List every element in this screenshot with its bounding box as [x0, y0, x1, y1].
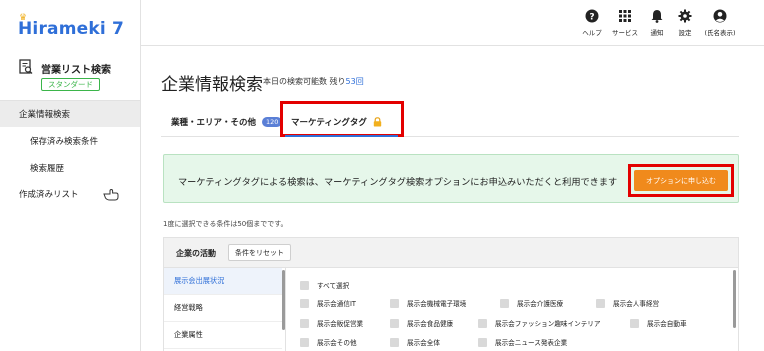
checkbox[interactable] — [478, 337, 487, 347]
settings-label: 設定 — [678, 29, 692, 37]
user-name-label: (氏名表示) — [704, 29, 736, 37]
apply-option-button[interactable]: オプションに申し込む — [634, 170, 728, 191]
help-button[interactable]: ? ヘルプ — [574, 9, 610, 37]
sidebar-header: 営業リスト検索 スタンダード — [19, 58, 129, 92]
checkbox[interactable] — [596, 298, 605, 308]
option-item[interactable]: 展示会食品健康 — [390, 318, 453, 328]
checkbox[interactable] — [300, 280, 309, 290]
checkbox[interactable] — [630, 318, 639, 328]
option-label: 展示会ニュース発表企業 — [495, 339, 568, 347]
option-label: 展示会通信IT — [317, 300, 356, 308]
reset-conditions-button[interactable]: 条件をリセット — [228, 244, 291, 261]
option-label: 展示会介護医療 — [517, 300, 564, 308]
checkbox[interactable] — [300, 337, 309, 347]
tab-marketing-tag[interactable]: マーケティングタグ — [291, 116, 382, 128]
sidebar-item-label: 作成済みリスト — [19, 190, 79, 200]
panel-header-label: 企業の活動 — [176, 249, 216, 258]
category-item-exhibitions[interactable]: 展示会出展状況 — [164, 268, 282, 295]
sidebar-item-company-search[interactable]: 企業情報検索 — [0, 101, 140, 127]
tab-label: マーケティングタグ — [291, 118, 367, 128]
option-label: 展示会ファッション趣味インテリア — [495, 320, 601, 328]
tab-industry-area-other[interactable]: 業種・エリア・その他 120 — [171, 116, 283, 128]
options-scrollbar[interactable] — [733, 270, 736, 328]
help-icon: ? — [585, 9, 599, 23]
document-search-icon — [19, 59, 33, 74]
option-item[interactable]: 展示会自動車 — [630, 318, 687, 328]
category-item-strategy[interactable]: 経営戦略 — [164, 295, 282, 322]
app-logo[interactable]: ♛ Hirameki 7 — [18, 13, 125, 41]
option-item[interactable]: 展示会全体 — [390, 337, 440, 347]
page-title: 企業情報検索 — [161, 75, 263, 95]
option-label: 展示会機械電子環境 — [407, 300, 467, 308]
conditions-panel: 企業の活動 条件をリセット 展示会出展状況 経営戦略 企業属性 すべて選択 展示… — [163, 237, 739, 351]
checkbox[interactable] — [300, 318, 309, 328]
search-count-prefix: 本日の検索可能数 残り — [263, 77, 346, 86]
sidebar-item-label: 企業情報検索 — [19, 110, 71, 120]
option-item[interactable]: 展示会その他 — [300, 337, 357, 347]
top-bar: ? ヘルプ サービス 通知 設定 (氏名表示) — [141, 0, 764, 46]
category-label: 展示会出展状況 — [174, 276, 225, 285]
crown-icon: ♛ — [19, 13, 28, 23]
option-item[interactable]: 展示会ニュース発表企業 — [478, 337, 567, 347]
option-select-all[interactable]: すべて選択 — [300, 280, 349, 290]
option-item[interactable]: 展示会介護医療 — [500, 298, 563, 308]
sidebar-title: 営業リスト検索 — [41, 65, 111, 76]
category-scrollbar[interactable] — [282, 270, 285, 330]
services-label: サービス — [612, 29, 638, 37]
option-label: すべて選択 — [317, 282, 350, 290]
gear-icon — [678, 9, 692, 23]
option-notice-banner: マーケティングタグによる検索は、マーケティングタグ検索オプションにお申込みいただ… — [163, 154, 739, 203]
bell-icon — [651, 10, 663, 23]
sidebar: ♛ Hirameki 7 営業リスト検索 スタンダード 企業情報検索 保存済み検… — [0, 0, 141, 351]
option-label: 展示会自動車 — [647, 320, 687, 328]
plan-badge: スタンダード — [41, 78, 100, 91]
logo-text: Hirameki 7 — [18, 19, 125, 39]
svg-text:?: ? — [589, 13, 594, 23]
search-count-suffix: 回 — [355, 77, 364, 86]
help-label: ヘルプ — [582, 29, 602, 37]
checkbox[interactable] — [390, 318, 399, 328]
sidebar-item-label: 検索履歴 — [30, 164, 65, 174]
selection-limit-note: 1度に選択できる条件は50個までです。 — [163, 220, 288, 228]
checkbox[interactable] — [478, 318, 487, 328]
user-menu-button[interactable]: (氏名表示) — [698, 9, 742, 37]
notice-text: マーケティングタグによる検索は、マーケティングタグ検索オプションにお申込みいただ… — [178, 177, 618, 188]
option-item[interactable]: 展示会機械電子環境 — [390, 298, 466, 308]
sidebar-item-search-history[interactable]: 検索履歴 — [0, 155, 140, 181]
option-label: 展示会食品健康 — [407, 320, 454, 328]
lock-icon — [373, 117, 382, 127]
checkbox[interactable] — [390, 337, 399, 347]
options-area: すべて選択 展示会通信IT 展示会機械電子環境 展示会介護医療 展示会人事経営 … — [300, 268, 730, 351]
services-button[interactable]: サービス — [607, 9, 643, 37]
category-label: 企業属性 — [174, 330, 203, 339]
checkbox[interactable] — [300, 298, 309, 308]
sidebar-item-label: 保存済み検索条件 — [30, 137, 99, 147]
option-item[interactable]: 展示会通信IT — [300, 298, 356, 308]
checkbox[interactable] — [390, 298, 399, 308]
notifications-label: 通知 — [650, 29, 664, 37]
tab-label: 業種・エリア・その他 — [171, 118, 257, 128]
option-item[interactable]: 展示会ファッション趣味インテリア — [478, 318, 601, 328]
category-label: 経営戦略 — [174, 303, 203, 312]
checkbox[interactable] — [500, 298, 509, 308]
option-label: 展示会その他 — [317, 339, 357, 347]
option-label: 展示会販促営業 — [317, 320, 364, 328]
option-item[interactable]: 展示会人事経営 — [596, 298, 659, 308]
user-icon — [713, 9, 727, 23]
grid-icon — [619, 10, 631, 22]
category-item-attributes[interactable]: 企業属性 — [164, 322, 282, 349]
search-count-value: 53 — [345, 77, 356, 86]
pointer-hand-icon — [103, 188, 119, 201]
search-count: 本日の検索可能数 残り53回 — [263, 76, 364, 87]
active-tab-indicator — [285, 135, 398, 137]
panel-header: 企業の活動 条件をリセット — [164, 238, 738, 268]
option-item[interactable]: 展示会販促営業 — [300, 318, 363, 328]
option-label: 展示会人事経営 — [613, 300, 660, 308]
search-tabs: 業種・エリア・その他 120 マーケティングタグ — [161, 101, 739, 137]
sidebar-item-created-lists[interactable]: 作成済みリスト — [0, 181, 140, 207]
category-list: 展示会出展状況 経営戦略 企業属性 — [164, 268, 286, 351]
sidebar-item-saved-conditions[interactable]: 保存済み検索条件 — [0, 128, 140, 154]
option-label: 展示会全体 — [407, 339, 440, 347]
